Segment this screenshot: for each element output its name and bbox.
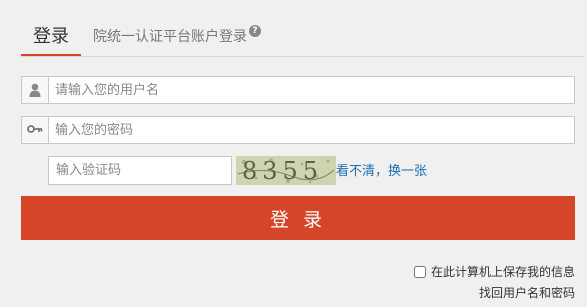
user-icon (22, 77, 49, 103)
login-button[interactable]: 登 录 (21, 196, 575, 240)
username-field (21, 76, 575, 104)
captcha-field (48, 156, 232, 185)
username-input[interactable] (55, 77, 535, 103)
password-input[interactable] (55, 117, 535, 143)
key-icon (22, 117, 49, 143)
question-icon[interactable]: ? (249, 25, 261, 37)
remember-checkbox[interactable] (413, 265, 426, 278)
platform-description-text: 院统一认证平台账户登录 (93, 29, 247, 45)
captcha-image[interactable]: 8355 (236, 156, 336, 185)
captcha-input[interactable] (56, 157, 226, 184)
remember-label: 在此计算机上保存我的信息 (430, 265, 575, 279)
refresh-captcha-link[interactable]: 看不清，换一张 (336, 160, 427, 179)
password-field (21, 116, 575, 144)
platform-description: 院统一认证平台账户登录? (93, 18, 261, 56)
login-tabs: 登录 院统一认证平台账户登录? (21, 18, 585, 57)
remember-me[interactable]: 在此计算机上保存我的信息 (413, 263, 575, 280)
recover-account-link[interactable]: 找回用户名和密码 (479, 284, 575, 301)
tab-login[interactable]: 登录 (21, 18, 81, 56)
captcha-text: 8355 (242, 157, 323, 185)
